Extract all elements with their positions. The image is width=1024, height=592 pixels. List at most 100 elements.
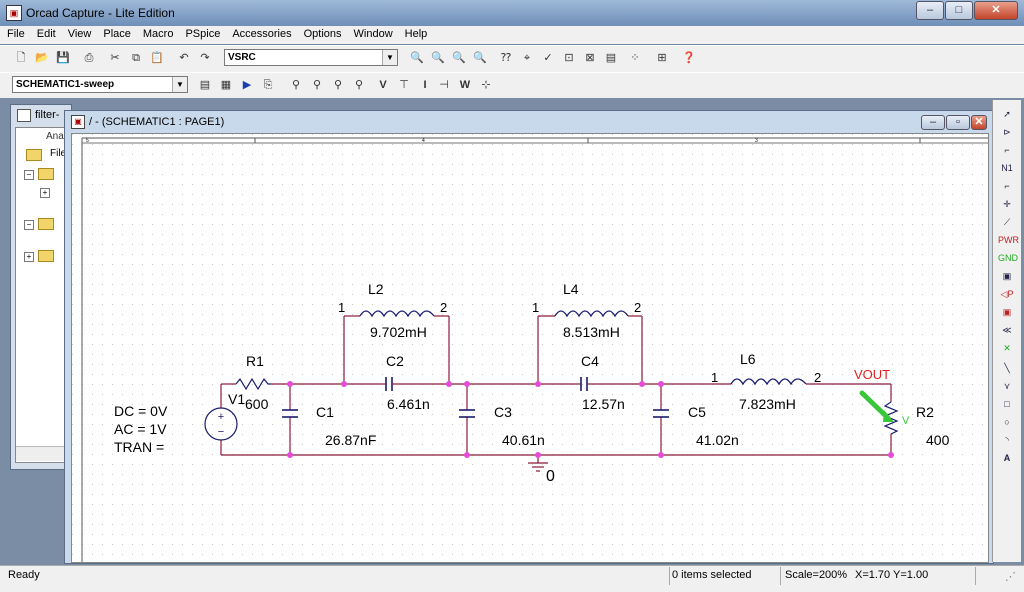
resize-grip-icon[interactable]: ⋰ bbox=[1005, 570, 1016, 583]
bus-entry-icon[interactable]: ⟋ bbox=[998, 214, 1016, 230]
part-value-l4[interactable]: 8.513mH bbox=[563, 324, 620, 340]
part-ref-l6[interactable]: L6 bbox=[740, 351, 756, 367]
collapse-icon[interactable]: − bbox=[24, 170, 34, 180]
project-manager-icon[interactable]: ⊞ bbox=[653, 49, 671, 67]
place-part-icon[interactable]: ⊳ bbox=[998, 124, 1016, 140]
polyline-icon[interactable]: ⋎ bbox=[998, 378, 1016, 394]
part-ref-c5[interactable]: C5 bbox=[688, 404, 706, 420]
part-value-c2[interactable]: 6.461n bbox=[387, 396, 430, 412]
line-icon[interactable]: ╲ bbox=[998, 360, 1016, 376]
minimize-button[interactable]: ‒ bbox=[916, 1, 944, 20]
redo-icon[interactable]: ↷ bbox=[196, 49, 214, 67]
select-arrow-icon[interactable]: ➚ bbox=[998, 106, 1016, 122]
zoom-all-icon[interactable]: 🔍 bbox=[471, 49, 489, 67]
part-ref-c2[interactable]: C2 bbox=[386, 353, 404, 369]
expand-icon[interactable]: + bbox=[24, 252, 34, 262]
schematic-canvas[interactable]: 5 4 3 + − DC = 0V AC = 1V TRAN = V1 R1 6… bbox=[71, 133, 989, 563]
diff-marker-icon[interactable]: ⚲ bbox=[308, 76, 326, 94]
power-marker-icon[interactable]: ⚲ bbox=[350, 76, 368, 94]
part-ref-r1[interactable]: R1 bbox=[246, 353, 264, 369]
copy-icon[interactable]: ⧉ bbox=[127, 49, 145, 67]
chevron-down-icon[interactable]: ▼ bbox=[172, 77, 187, 92]
voltage-marker-icon[interactable]: ⚲ bbox=[287, 76, 305, 94]
menu-macro[interactable]: Macro bbox=[136, 26, 179, 40]
part-value-r2[interactable]: 400 bbox=[926, 432, 950, 448]
bias-current-icon[interactable]: I bbox=[416, 76, 434, 94]
part-ref-c4[interactable]: C4 bbox=[581, 353, 599, 369]
close-button[interactable]: ✕ bbox=[974, 1, 1018, 20]
profile-combo[interactable]: SCHEMATIC1-sweep ▼ bbox=[12, 76, 188, 93]
part-ref-r2[interactable]: R2 bbox=[916, 404, 934, 420]
collapse-icon[interactable]: − bbox=[24, 220, 34, 230]
part-value-l2[interactable]: 9.702mH bbox=[370, 324, 427, 340]
horizontal-scrollbar[interactable] bbox=[16, 446, 68, 461]
part-combo[interactable]: VSRC ▼ bbox=[224, 49, 398, 66]
off-page-connector-icon[interactable]: ≪ bbox=[998, 322, 1016, 338]
place-power-icon[interactable]: PWR bbox=[998, 232, 1019, 248]
restore-button[interactable]: ▫ bbox=[946, 115, 970, 130]
menu-help[interactable]: Help bbox=[398, 26, 433, 40]
bias-current-selected-icon[interactable]: ⊣ bbox=[435, 76, 453, 94]
bom-icon[interactable]: ▤ bbox=[602, 49, 620, 67]
arc-icon[interactable]: ◝ bbox=[998, 432, 1016, 448]
current-marker-icon[interactable]: ⚲ bbox=[329, 76, 347, 94]
project-window[interactable]: filter- Ana File − + − + bbox=[10, 104, 72, 470]
bias-power-icon[interactable]: W bbox=[456, 76, 474, 94]
schematic-drawing[interactable]: 5 4 3 + − DC = 0V AC = 1V TRAN = V1 R1 6… bbox=[72, 134, 988, 562]
part-value-c5[interactable]: 41.02n bbox=[696, 432, 739, 448]
hierarchical-pin-icon[interactable]: ▣ bbox=[998, 304, 1016, 320]
annotate-icon[interactable]: ⁇ bbox=[497, 49, 515, 67]
place-wire-icon[interactable]: ⌐ bbox=[998, 142, 1016, 158]
text-icon[interactable]: A bbox=[998, 450, 1016, 466]
menu-window[interactable]: Window bbox=[347, 26, 398, 40]
part-ref-l2[interactable]: L2 bbox=[368, 281, 384, 297]
hierarchical-port-icon[interactable]: ◁P bbox=[998, 286, 1016, 302]
net-alias-icon[interactable]: N1 bbox=[998, 160, 1016, 176]
menu-place[interactable]: Place bbox=[96, 26, 136, 40]
cut-icon[interactable]: ✂ bbox=[106, 49, 124, 67]
part-value-l6[interactable]: 7.823mH bbox=[739, 396, 796, 412]
project-tab-label[interactable]: Ana bbox=[46, 131, 64, 142]
no-connect-icon[interactable]: ✕ bbox=[998, 340, 1016, 356]
edit-profile-icon[interactable]: ▦ bbox=[217, 76, 235, 94]
snap-grid-icon[interactable]: ⁘ bbox=[626, 49, 644, 67]
part-value-r1[interactable]: 600 bbox=[245, 396, 269, 412]
rectangle-icon[interactable]: □ bbox=[998, 396, 1016, 412]
hierarchical-block-icon[interactable]: ▣ bbox=[998, 268, 1016, 284]
back-annotate-icon[interactable]: ⌖ bbox=[518, 49, 536, 67]
run-icon[interactable]: ▶ bbox=[238, 76, 256, 94]
zoom-out-icon[interactable]: 🔍 bbox=[429, 49, 447, 67]
part-ref-l4[interactable]: L4 bbox=[563, 281, 579, 297]
menu-file[interactable]: File bbox=[0, 26, 30, 40]
cross-ref-icon[interactable]: ⊠ bbox=[581, 49, 599, 67]
print-icon[interactable]: ⎙ bbox=[80, 49, 98, 67]
chevron-down-icon[interactable]: ▼ bbox=[382, 50, 397, 65]
menu-view[interactable]: View bbox=[61, 26, 97, 40]
undo-icon[interactable]: ↶ bbox=[175, 49, 193, 67]
menu-accessories[interactable]: Accessories bbox=[225, 26, 296, 40]
open-icon[interactable]: 📂 bbox=[33, 49, 51, 67]
bias-power-selected-icon[interactable]: ⊹ bbox=[477, 76, 495, 94]
bias-voltage-icon[interactable]: V bbox=[374, 76, 392, 94]
junction-icon[interactable]: ✛ bbox=[998, 196, 1016, 212]
drc-icon[interactable]: ✓ bbox=[539, 49, 557, 67]
zoom-area-icon[interactable]: 🔍 bbox=[450, 49, 468, 67]
close-button[interactable]: ✕ bbox=[971, 115, 987, 130]
menu-options[interactable]: Options bbox=[297, 26, 347, 40]
part-value-c3[interactable]: 40.61n bbox=[502, 432, 545, 448]
expand-icon[interactable]: + bbox=[40, 188, 50, 198]
new-profile-icon[interactable]: ▤ bbox=[196, 76, 214, 94]
part-ref-c1[interactable]: C1 bbox=[316, 404, 334, 420]
help-icon[interactable]: ❓ bbox=[680, 49, 698, 67]
part-value-c4[interactable]: 12.57n bbox=[582, 396, 625, 412]
ellipse-icon[interactable]: ○ bbox=[998, 414, 1016, 430]
save-icon[interactable]: 💾 bbox=[54, 49, 72, 67]
new-icon[interactable]: 🗋 bbox=[12, 49, 30, 67]
place-bus-icon[interactable]: ⌐ bbox=[998, 178, 1016, 194]
part-value-c1[interactable]: 26.87nF bbox=[325, 432, 376, 448]
menu-pspice[interactable]: PSpice bbox=[178, 26, 225, 40]
netlist-icon[interactable]: ⊡ bbox=[560, 49, 578, 67]
view-results-icon[interactable]: ⎘ bbox=[259, 76, 277, 94]
paste-icon[interactable]: 📋 bbox=[148, 49, 166, 67]
menu-edit[interactable]: Edit bbox=[30, 26, 61, 40]
